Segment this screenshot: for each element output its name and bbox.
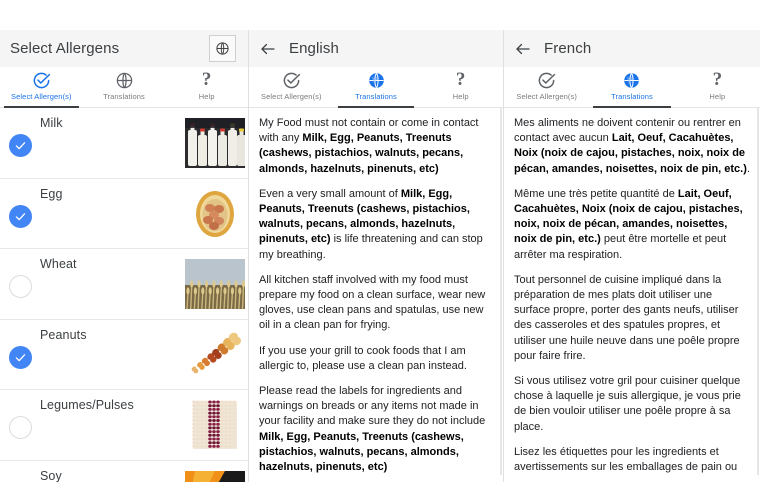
allergen-name: Milk — [40, 116, 63, 130]
translation-text-french[interactable]: Mes aliments ne doivent contenir ou rent… — [504, 108, 760, 475]
allergen-checkbox[interactable] — [9, 345, 32, 369]
translation-paragraph: Tout personnel de cuisine impliqué dans … — [514, 273, 740, 362]
allergen-thumbnail — [185, 329, 245, 380]
tab-check-circle[interactable]: Select Allergen(s) — [504, 67, 589, 107]
tab-question-mark[interactable]: ? Help — [675, 67, 760, 107]
allergen-thumbnail — [185, 470, 245, 482]
appbar-english: English — [249, 30, 503, 67]
appbar-french: French — [504, 30, 760, 67]
language-globe-button[interactable] — [209, 35, 236, 62]
screenshot-root: Select Allergens Select Allergen(s) Transl… — [0, 0, 760, 500]
tab-label: Select Allergen(s) — [261, 92, 322, 101]
allergen-list[interactable]: Milk Egg Wheat Peanuts Legumes/Pulses Soy — [0, 108, 248, 482]
allergen-checkbox[interactable] — [9, 416, 32, 439]
translation-text-english[interactable]: My Food must not contain or come in cont… — [249, 108, 503, 475]
allergen-name: Legumes/Pulses — [40, 398, 134, 412]
globe-icon — [115, 69, 134, 91]
allergen-name: Soy — [40, 468, 62, 483]
allergen-thumbnail — [185, 118, 245, 168]
appbar-title: Select Allergens — [10, 40, 120, 57]
back-arrow-icon[interactable] — [257, 38, 279, 60]
translation-paragraph: Lisez les étiquettes pour les ingredient… — [514, 445, 738, 474]
tab-label: Select Allergen(s) — [11, 92, 72, 101]
tab-label: Translations — [103, 92, 145, 101]
panel-select-allergens: Select Allergens Select Allergen(s) Transl… — [0, 30, 248, 482]
scrollbar-track[interactable] — [757, 108, 759, 475]
allergen-row[interactable]: Milk — [0, 108, 248, 179]
allergen-row[interactable]: Egg — [0, 178, 248, 249]
check-circle-icon — [537, 69, 556, 91]
tab-check-circle[interactable]: Select Allergen(s) — [249, 67, 334, 107]
translation-paragraph: Even a very small amount of Milk, Egg, P… — [259, 187, 483, 261]
tab-label: Translations — [355, 92, 397, 101]
tabbar-select-allergens: Select Allergen(s) Translations? Help — [0, 67, 248, 108]
allergen-name: Peanuts — [40, 327, 87, 342]
appbar-title: French — [544, 40, 592, 57]
translation-paragraph: If you use your grill to cook foods that… — [259, 344, 467, 372]
allergen-thumbnail — [185, 259, 245, 309]
panel-french: French Select Allergen(s) Translations? Hel… — [503, 30, 760, 482]
tabbar-french: Select Allergen(s) Translations? Help — [504, 67, 760, 108]
tab-globe[interactable]: Translations — [83, 67, 166, 107]
check-circle-icon — [32, 69, 51, 91]
panel-english: English Select Allergen(s) Translations? He… — [248, 30, 503, 482]
globe-icon — [622, 69, 641, 91]
back-arrow-icon[interactable] — [512, 38, 534, 60]
allergen-row[interactable]: Wheat — [0, 249, 248, 320]
tab-label: Help — [198, 92, 215, 101]
allergen-row[interactable]: Soy — [0, 460, 248, 483]
allergen-thumbnail — [185, 400, 245, 450]
tab-question-mark[interactable]: ? Help — [418, 67, 503, 107]
allergen-checkbox[interactable] — [9, 134, 32, 157]
allergen-row[interactable]: Legumes/Pulses — [0, 390, 248, 461]
question-mark-icon: ? — [455, 69, 466, 90]
question-mark-icon: ? — [201, 69, 212, 90]
allergen-row[interactable]: Peanuts — [0, 319, 248, 390]
tab-globe[interactable]: Translations — [334, 67, 419, 108]
tab-label: Help — [709, 92, 726, 101]
allergen-checkbox[interactable] — [9, 275, 32, 298]
translation-paragraph: Si vous utilisez votre gril pour cuisine… — [514, 375, 741, 433]
allergen-name: Egg — [40, 186, 63, 201]
allergen-name: Wheat — [40, 257, 77, 271]
tab-question-mark[interactable]: ? Help — [165, 67, 248, 107]
tab-label: Help — [452, 92, 469, 101]
tabbar-english: Select Allergen(s) Translations? Help — [249, 67, 503, 108]
translation-paragraph: All kitchen staff involved with my food … — [259, 273, 486, 332]
globe-icon — [367, 69, 386, 91]
appbar-title: English — [289, 40, 339, 57]
allergen-thumbnail — [185, 188, 245, 239]
translation-paragraph: My Food must not contain or come in cont… — [259, 117, 479, 175]
tab-globe[interactable]: Translations — [589, 67, 674, 108]
panel-container: Select Allergens Select Allergen(s) Transl… — [0, 30, 760, 482]
tab-label: Translations — [611, 92, 653, 101]
tab-check-circle[interactable]: Select Allergen(s) — [0, 67, 83, 108]
scrollbar-track[interactable] — [500, 108, 502, 475]
check-circle-icon — [282, 69, 301, 91]
translation-paragraph: Même une très petite quantité de Lait, O… — [514, 187, 743, 261]
appbar-select-allergens: Select Allergens — [0, 30, 248, 67]
translation-paragraph: Please read the labels for ingredients a… — [259, 385, 486, 474]
allergen-checkbox[interactable] — [9, 204, 32, 228]
question-mark-icon: ? — [712, 69, 723, 90]
translation-paragraph: Mes aliments ne doivent contenir ou rent… — [514, 117, 750, 175]
tab-label: Select Allergen(s) — [516, 92, 577, 101]
